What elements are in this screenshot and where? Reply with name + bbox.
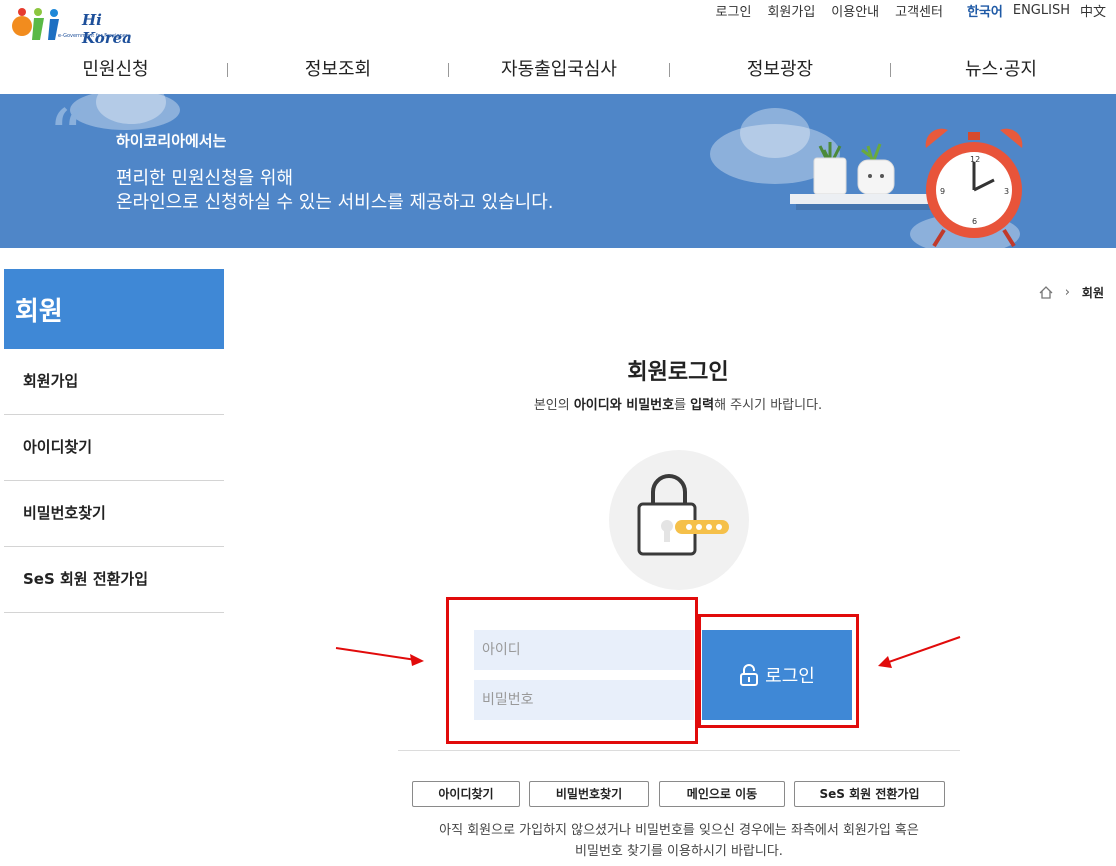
util-support-link[interactable]: 고객센터 (895, 1, 943, 20)
go-main-button[interactable]: 메인으로 이동 (659, 781, 785, 807)
sidebar-item-ses-convert[interactable]: SeS 회원 전환가입 (4, 547, 224, 613)
sidebar-item-find-id[interactable]: 아이디찾기 (4, 415, 224, 481)
sidebar-item-find-password[interactable]: 비밀번호찾기 (4, 481, 224, 547)
util-guide-link[interactable]: 이용안내 (831, 1, 879, 20)
quote-mark-icon: “ (48, 94, 85, 178)
hikorea-logo[interactable]: Hi Korea e-Government for Foreigners (10, 4, 132, 47)
logo-subtext: e-Government for Foreigners (58, 33, 131, 39)
svg-text:6: 6 (972, 217, 977, 226)
find-password-button[interactable]: 비밀번호찾기 (529, 781, 649, 807)
hero-banner: “ 하이코리아에서는 편리한 민원신청을 위해 온라인으로 신청하실 수 있는 … (0, 94, 1116, 248)
breadcrumb-current: 회원 (1081, 286, 1104, 300)
find-id-button[interactable]: 아이디찾기 (412, 781, 520, 807)
desc-emphasis: 입력 (690, 398, 715, 413)
home-icon[interactable] (1039, 286, 1053, 299)
nav-item-info-inquiry[interactable]: 정보조회 (228, 50, 448, 90)
lock-illustration (609, 450, 749, 590)
ses-convert-button[interactable]: SeS 회원 전환가입 (794, 781, 945, 807)
shelf-shadow (796, 204, 936, 210)
svg-text:3: 3 (1004, 187, 1009, 196)
annotation-arrow-icon (335, 647, 424, 666)
nav-item-news-notice[interactable]: 뉴스·공지 (891, 50, 1111, 90)
desc-emphasis: 비밀번호 (626, 398, 675, 413)
lang-korean[interactable]: 한국어 (967, 1, 1003, 20)
desc-text: 해 주시기 바랍니다. (714, 398, 823, 413)
notice-text: 아직 회원으로 가입하지 않으셨거나 비밀번호를 잊으신 경우에는 좌측에서 회… (398, 820, 960, 862)
lock-icon (637, 474, 729, 556)
desc-emphasis: 아이디 (573, 398, 610, 413)
annotation-box-login (698, 614, 859, 728)
util-login-link[interactable]: 로그인 (716, 1, 752, 20)
util-signup-link[interactable]: 회원가입 (767, 1, 815, 20)
alarm-clock-icon: 12 3 6 9 (925, 128, 1023, 248)
cloud-decoration (740, 108, 810, 158)
banner-line-3: 온라인으로 신청하실 수 있는 서비스를 제공하고 있습니다. (116, 192, 554, 213)
nav-item-auto-immigration[interactable]: 자동출입국심사 (449, 50, 669, 90)
page-title: 회원로그인 (627, 360, 729, 385)
sidebar-title: 회원 (4, 269, 224, 349)
plant-pots-icon (813, 142, 895, 195)
form-divider (398, 750, 960, 751)
lang-chinese[interactable]: 中文 (1080, 1, 1106, 20)
desc-text: 를 (674, 398, 691, 413)
nav-item-info-plaza[interactable]: 정보광장 (670, 50, 890, 90)
desc-emphasis: 와 (609, 398, 627, 413)
top-bar: Hi Korea e-Government for Foreigners 로그인… (0, 0, 1116, 47)
banner-line-2: 편리한 민원신청을 위해 (116, 168, 294, 189)
utility-links: 로그인 회원가입 이용안내 고객센터 한국어 ENGLISH 中文 (700, 0, 1106, 20)
annotation-box-inputs (446, 597, 698, 744)
logo-text: Hi Korea (82, 11, 132, 47)
sidebar-item-signup[interactable]: 회원가입 (4, 349, 224, 415)
notice-line-1: 아직 회원으로 가입하지 않으셨거나 비밀번호를 잊으신 경우에는 좌측에서 회… (439, 823, 919, 838)
chevron-right-icon: › (1064, 285, 1070, 300)
page-description: 본인의 아이디와 비밀번호를 입력해 주시기 바랍니다. (398, 394, 958, 413)
svg-text:12: 12 (970, 155, 980, 164)
lang-english[interactable]: ENGLISH (1013, 3, 1070, 18)
banner-line-1: 하이코리아에서는 (116, 132, 227, 150)
main-nav: 민원신청 정보조회 자동출입국심사 정보광장 뉴스·공지 (0, 50, 1116, 90)
notice-line-2: 비밀번호 찾기를 이용하시기 바랍니다. (575, 844, 783, 859)
breadcrumb: › 회원 (1039, 284, 1104, 301)
desc-text: 본인의 (533, 398, 574, 413)
nav-item-civil-application[interactable]: 민원신청 (4, 50, 227, 90)
svg-text:9: 9 (940, 187, 945, 196)
annotation-arrow-icon (878, 636, 961, 668)
